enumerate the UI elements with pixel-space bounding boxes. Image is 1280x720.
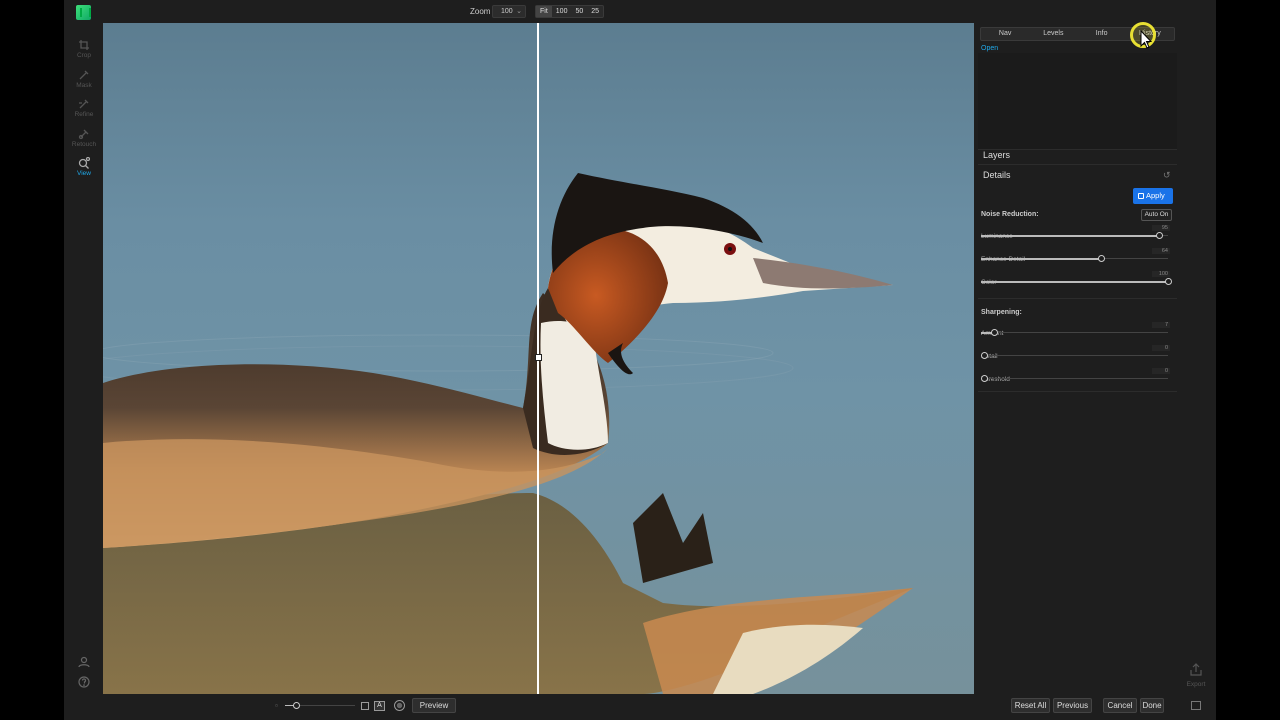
previous-button[interactable]: Previous — [1053, 698, 1092, 713]
slider-thumb[interactable] — [981, 352, 988, 359]
history-item-open[interactable]: Open — [981, 45, 998, 52]
sharpening-title: Sharpening: — [981, 309, 1022, 316]
tool-refine[interactable]: Refine — [70, 98, 98, 118]
zoom-value: 100 — [501, 8, 513, 15]
slider-value[interactable]: 7 — [1152, 322, 1170, 328]
amount-slider[interactable]: Amount 7 — [981, 322, 1172, 340]
reset-icon[interactable]: ↺ — [1163, 170, 1171, 181]
tab-levels[interactable]: Levels — [1029, 28, 1077, 40]
split-handle[interactable] — [535, 354, 542, 361]
export-button[interactable]: Export — [1184, 663, 1208, 688]
magnifier-icon — [78, 157, 90, 169]
share-icon — [1190, 663, 1202, 676]
slider-value[interactable]: 64 — [1152, 248, 1170, 254]
noise-reduction-title: Noise Reduction: — [981, 211, 1039, 218]
divider — [978, 391, 1177, 392]
image-canvas[interactable] — [103, 23, 974, 694]
chevron-down-icon: ⌄ — [516, 8, 522, 15]
slider-fill — [981, 258, 1101, 260]
cancel-button[interactable]: Cancel — [1103, 698, 1137, 713]
app-logo — [76, 5, 91, 20]
refine-brush-icon — [79, 99, 89, 109]
preview-button[interactable]: Preview — [412, 698, 456, 713]
zoom-slider-thumb[interactable] — [293, 702, 300, 709]
tool-crop[interactable]: Crop — [70, 39, 98, 59]
slider-track — [981, 355, 1168, 356]
slider-value[interactable]: 95 — [1152, 225, 1170, 231]
enhance-detail-slider[interactable]: Enhance Detail 64 — [981, 248, 1172, 266]
slider-fill — [981, 281, 1168, 283]
slider-value[interactable]: 0 — [1152, 345, 1170, 351]
color-slider[interactable]: Color 100 — [981, 271, 1172, 289]
tool-view[interactable]: View — [70, 157, 98, 177]
zoom-preset-fit[interactable]: Fit — [536, 6, 552, 17]
zoom-presets: Fit 100 50 25 — [535, 5, 605, 18]
apply-label: Apply — [1146, 191, 1165, 200]
zoom-preset-50[interactable]: 50 — [571, 6, 587, 17]
apply-button[interactable]: Apply — [1133, 188, 1173, 204]
detail-slider[interactable]: Detail 0 — [981, 345, 1172, 363]
compare-single-icon[interactable] — [361, 702, 369, 710]
tool-label: Mask — [76, 82, 92, 89]
slider-thumb[interactable] — [1156, 232, 1163, 239]
tool-label: Crop — [76, 52, 92, 59]
auto-on-button[interactable]: Auto On — [1141, 209, 1172, 221]
layers-title[interactable]: Layers — [983, 150, 1010, 160]
slider-thumb[interactable] — [1165, 278, 1172, 285]
panel-toggle-icon[interactable] — [1191, 701, 1201, 710]
tool-label: View — [77, 170, 91, 177]
threshold-slider[interactable]: Threshold 0 — [981, 368, 1172, 386]
tab-nav[interactable]: Nav — [981, 28, 1029, 40]
details-title[interactable]: Details — [983, 170, 1011, 180]
zoom-preset-100[interactable]: 100 — [552, 6, 572, 17]
slider-value[interactable]: 100 — [1152, 271, 1170, 277]
pointer-cursor-icon — [1140, 30, 1152, 49]
slider-thumb[interactable] — [981, 375, 988, 382]
slider-fill — [981, 235, 1159, 237]
before-after-icon[interactable]: A — [374, 701, 385, 711]
app-window: Zoom 100 ⌄ Fit 100 50 25 Crop Mask Refin… — [64, 0, 1216, 720]
lock-icon — [1138, 193, 1144, 200]
slider-track — [981, 332, 1168, 333]
zoom-preset-25[interactable]: 25 — [587, 6, 603, 17]
tab-info[interactable]: Info — [1078, 28, 1126, 40]
slider-value[interactable]: 0 — [1152, 368, 1170, 374]
zoom-out-icon[interactable]: ▫ — [275, 701, 278, 710]
crop-icon — [79, 40, 89, 50]
tool-mask[interactable]: Mask — [70, 69, 98, 89]
tool-retouch[interactable]: Retouch — [70, 128, 98, 148]
brush-icon — [79, 70, 89, 80]
slider-track — [981, 378, 1168, 379]
mask-view-icon[interactable] — [394, 700, 405, 711]
zoom-select[interactable]: 100 ⌄ — [492, 5, 526, 18]
user-icon[interactable] — [78, 656, 90, 668]
divider — [978, 298, 1177, 299]
help-icon[interactable] — [78, 676, 90, 688]
reset-all-button[interactable]: Reset All — [1011, 698, 1050, 713]
export-label: Export — [1186, 681, 1206, 688]
slider-thumb[interactable] — [1098, 255, 1105, 262]
divider — [978, 164, 1177, 165]
tool-label: Refine — [74, 111, 94, 118]
slider-thumb[interactable] — [991, 329, 998, 336]
tool-label: Retouch — [71, 141, 97, 148]
done-button[interactable]: Done — [1140, 698, 1164, 713]
zoom-label: Zoom — [470, 7, 491, 16]
luminance-slider[interactable]: Luminance 95 — [981, 225, 1172, 243]
history-list — [978, 53, 1177, 149]
retouch-icon — [78, 129, 89, 140]
